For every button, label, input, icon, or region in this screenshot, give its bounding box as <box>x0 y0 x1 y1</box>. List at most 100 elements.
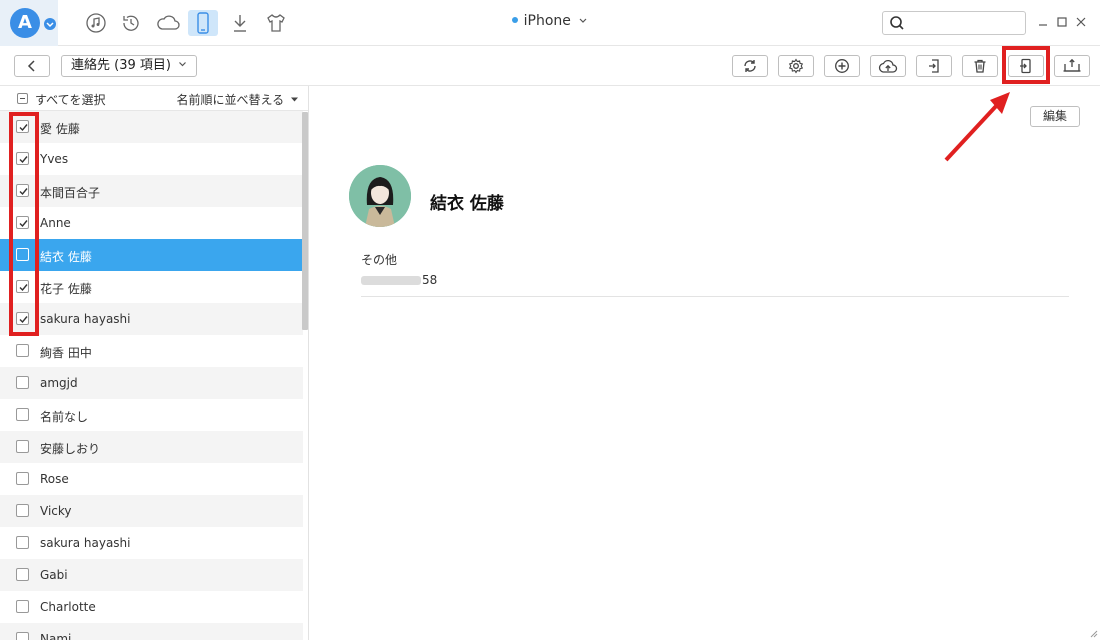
toolbar: 連絡先 (39 項目) <box>0 46 1100 86</box>
close-icon[interactable] <box>1074 13 1088 31</box>
cloud-icon[interactable] <box>153 10 183 36</box>
list-item[interactable]: sakura hayashi <box>0 303 303 335</box>
list-item[interactable]: Anne <box>0 207 303 239</box>
contact-name-label: sakura hayashi <box>40 536 131 550</box>
list-scrollbar[interactable] <box>302 112 308 330</box>
contact-checkbox[interactable] <box>16 472 29 485</box>
sort-dropdown[interactable]: 名前順に並べ替える <box>177 91 299 108</box>
list-item[interactable]: 絢香 田中 <box>0 335 303 367</box>
resize-grip-icon[interactable] <box>1088 628 1098 638</box>
contact-checkbox[interactable] <box>16 344 29 357</box>
highlight-box <box>1002 46 1050 84</box>
search-icon <box>890 16 904 30</box>
checkbox-highlight-box <box>9 112 39 336</box>
phone-field-value: 58 <box>361 273 437 287</box>
list-header: すべてを選択 名前順に並べ替える <box>0 86 308 111</box>
list-item[interactable]: Rose <box>0 463 303 495</box>
back-button[interactable] <box>14 55 50 77</box>
refresh-button[interactable] <box>732 55 768 77</box>
export-to-computer-icon <box>1063 58 1081 72</box>
edit-button[interactable]: 編集 <box>1030 106 1080 127</box>
gear-icon <box>788 58 804 74</box>
sort-label: 名前順に並べ替える <box>176 93 285 107</box>
tshirt-icon[interactable] <box>261 10 291 36</box>
contact-checkbox[interactable] <box>16 536 29 549</box>
contact-name-label: 絢香 田中 <box>40 346 92 360</box>
chevron-down-icon <box>579 18 587 23</box>
upload-cloud-button[interactable] <box>870 55 906 77</box>
list-item[interactable]: 安藤しおり <box>0 431 303 463</box>
export-to-computer-button[interactable] <box>1054 55 1090 77</box>
contact-detail-pane: 編集 結衣 佐藤 その他 58 <box>310 86 1100 640</box>
title-bar: A iPhone <box>0 0 1100 46</box>
upload-cloud-icon <box>878 59 898 73</box>
select-all-checkbox[interactable] <box>17 93 28 104</box>
contact-checkbox[interactable] <box>16 632 29 640</box>
contact-checkbox[interactable] <box>16 568 29 581</box>
contact-name-label: Anne <box>40 216 71 230</box>
list-item[interactable]: 名前なし <box>0 399 303 431</box>
list-item[interactable]: 花子 佐藤 <box>0 271 303 303</box>
list-item[interactable]: sakura hayashi <box>0 527 303 559</box>
refresh-icon <box>744 60 756 72</box>
app-logo: A <box>10 8 40 38</box>
contact-checkbox[interactable] <box>16 504 29 517</box>
avatar <box>349 165 411 227</box>
contact-name-label: 愛 佐藤 <box>40 122 80 136</box>
contact-name-label: Rose <box>40 472 69 486</box>
contact-checkbox[interactable] <box>16 408 29 421</box>
select-all-label[interactable]: すべてを選択 <box>35 91 105 108</box>
list-item[interactable]: Yves <box>0 143 303 175</box>
contact-name-label: Charlotte <box>40 600 96 614</box>
contact-name-label: Vicky <box>40 504 72 518</box>
chevron-down-icon[interactable] <box>44 18 56 30</box>
chevron-down-icon <box>179 62 187 67</box>
download-icon[interactable] <box>225 10 255 36</box>
maximize-icon[interactable] <box>1055 13 1069 31</box>
settings-button[interactable] <box>778 55 814 77</box>
phone-suffix: 58 <box>422 273 438 287</box>
import-button[interactable] <box>916 55 952 77</box>
app-window: A iPhone 連絡先 (39 項目) すべてを選択 名前順に並べ替える 愛 … <box>0 0 1100 640</box>
contact-checkbox[interactable] <box>16 440 29 453</box>
search-box[interactable] <box>882 11 1026 35</box>
history-icon[interactable] <box>116 10 146 36</box>
contact-name-label: 結衣 佐藤 <box>40 250 92 264</box>
list-item[interactable]: Gabi <box>0 559 303 591</box>
contact-name-label: Nami <box>40 632 72 640</box>
music-icon[interactable] <box>81 10 111 36</box>
device-selector[interactable]: iPhone <box>500 13 600 33</box>
contact-name-label: 花子 佐藤 <box>40 282 92 296</box>
device-status-dot <box>511 17 518 23</box>
add-button[interactable] <box>824 55 860 77</box>
list-item[interactable]: Vicky <box>0 495 303 527</box>
minimize-icon[interactable] <box>1036 13 1050 31</box>
divider <box>361 296 1069 297</box>
blurred-number <box>361 276 421 285</box>
list-item[interactable]: 本間百合子 <box>0 175 303 207</box>
list-item[interactable]: Charlotte <box>0 591 303 623</box>
category-label: 連絡先 (39 項目) <box>71 58 171 73</box>
phone-icon[interactable] <box>188 10 218 36</box>
contact-name-label: 名前なし <box>40 410 89 424</box>
category-dropdown[interactable]: 連絡先 (39 項目) <box>61 55 197 77</box>
trash-icon <box>974 59 986 73</box>
contact-checkbox[interactable] <box>16 600 29 613</box>
contact-name-label: sakura hayashi <box>40 312 131 326</box>
list-item[interactable]: 愛 佐藤 <box>0 111 303 143</box>
contact-list-pane: すべてを選択 名前順に並べ替える 愛 佐藤 Yves 本間百合子 Anne 結衣 佐藤花… <box>0 86 309 640</box>
list-item[interactable]: amgjd <box>0 367 303 399</box>
delete-button[interactable] <box>962 55 998 77</box>
phone-field-label: その他 <box>361 253 398 267</box>
search-input[interactable] <box>909 14 1019 32</box>
contact-checkbox[interactable] <box>16 376 29 389</box>
add-icon <box>835 59 849 73</box>
list-item[interactable]: Nami <box>0 623 303 640</box>
list-item[interactable]: 結衣 佐藤 <box>0 239 303 271</box>
contact-rows: 愛 佐藤 Yves 本間百合子 Anne 結衣 佐藤花子 佐藤 sakura hayash… <box>0 111 303 640</box>
contact-name-label: 本間百合子 <box>40 186 101 200</box>
caret-down-icon <box>291 97 298 102</box>
contact-name-label: 安藤しおり <box>40 442 101 456</box>
app-logo-area[interactable]: A <box>0 0 58 46</box>
contact-name-label: amgjd <box>40 376 78 390</box>
